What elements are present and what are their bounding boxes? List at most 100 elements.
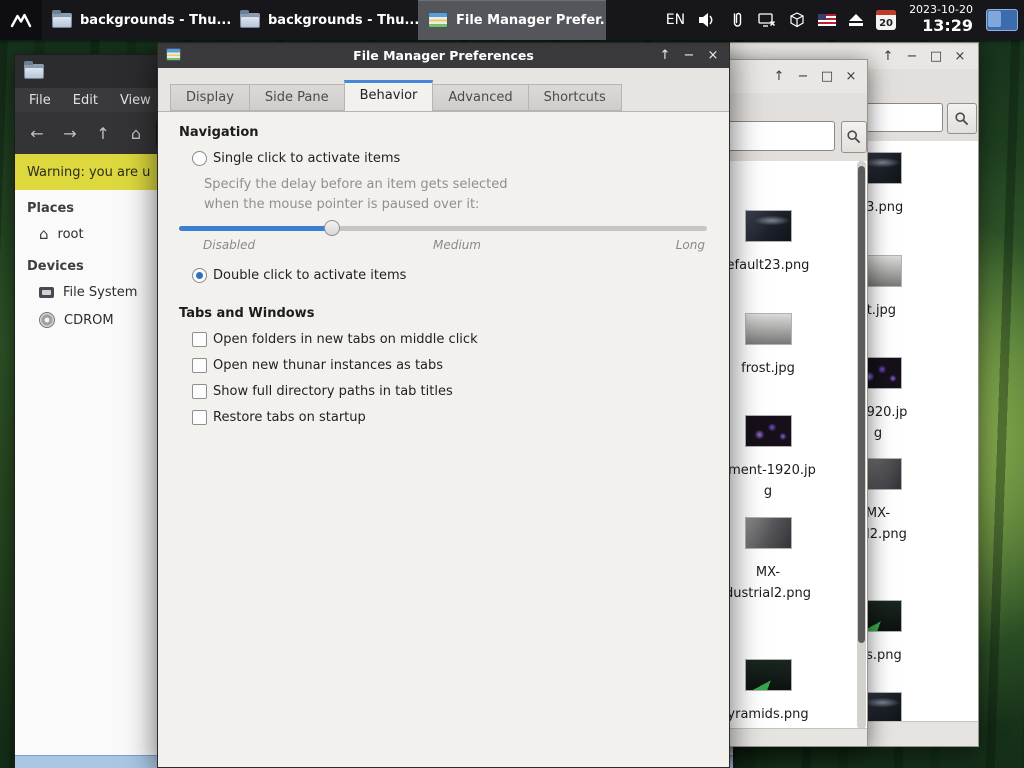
preferences-icon (428, 12, 448, 28)
file-thumbnail (746, 660, 791, 690)
file-thumbnail (746, 416, 791, 446)
double-click-option[interactable]: Double click to activate items (192, 268, 406, 283)
tab-shortcuts[interactable]: Shortcuts (528, 84, 622, 111)
drive-icon (39, 287, 54, 298)
checkbox-instances-as-tabs[interactable] (192, 358, 207, 373)
clock[interactable]: 2023-10-20 13:29 (909, 4, 973, 35)
package-icon[interactable] (789, 12, 805, 28)
us-flag-icon[interactable] (818, 14, 836, 26)
tab-bar: Display Side Pane Behavior Advanced Shor… (170, 80, 621, 111)
dialog-title: File Manager Preferences (353, 48, 534, 63)
maximize-button[interactable]: □ (926, 49, 946, 64)
navigation-heading: Navigation (179, 125, 259, 140)
slider-handle[interactable] (324, 220, 340, 236)
mark-long: Long (676, 238, 705, 252)
menu-file[interactable]: File (18, 93, 62, 108)
tab-behavior[interactable]: Behavior (344, 80, 434, 112)
preferences-icon (166, 48, 181, 61)
taskbar-item-preferences[interactable]: File Manager Prefer... (418, 0, 606, 40)
tab-advanced[interactable]: Advanced (432, 84, 528, 111)
checkbox-restore-tabs[interactable] (192, 410, 207, 425)
cdrom-icon (39, 312, 55, 328)
screen: File Edit View ← → ↑ ⌂ Warning: you are … (0, 0, 1024, 768)
slider-fill (179, 226, 332, 231)
preferences-dialog: File Manager Preferences ↑ − × Display S… (157, 42, 730, 768)
vertical-scrollbar[interactable] (857, 161, 866, 729)
sidebar-item-label: File System (63, 285, 137, 300)
magnifier-icon (954, 111, 970, 127)
checkbox-row-instances-as-tabs[interactable]: Open new thunar instances as tabs (192, 358, 443, 373)
checkbox-label: Restore tabs on startup (213, 410, 366, 425)
minimize-button[interactable]: − (902, 49, 922, 64)
close-button[interactable]: × (950, 49, 970, 64)
search-button[interactable] (947, 103, 977, 134)
eject-icon[interactable] (849, 14, 863, 26)
checkbox-middle-click[interactable] (192, 332, 207, 347)
checkbox-label: Open new thunar instances as tabs (213, 358, 443, 373)
display-icon[interactable] (758, 12, 776, 28)
taskbar-item-backgrounds-2[interactable]: backgrounds - Thu... (230, 0, 418, 40)
checkbox-row-full-paths[interactable]: Show full directory paths in tab titles (192, 384, 453, 399)
checkbox-label: Open folders in new tabs on middle click (213, 332, 478, 347)
minimize-button[interactable]: − (793, 69, 813, 84)
up-button[interactable]: ↑ (90, 120, 116, 146)
applications-menu-button[interactable] (0, 0, 42, 40)
clock-time: 13:29 (909, 17, 973, 35)
menu-view[interactable]: View (109, 93, 162, 108)
taskbar-label: backgrounds - Thu... (80, 13, 230, 28)
mark-medium: Medium (433, 238, 481, 252)
tab-display[interactable]: Display (170, 84, 250, 111)
calendar-icon[interactable]: 20 (876, 10, 896, 30)
radio-label: Single click to activate items (213, 151, 400, 166)
checkbox-full-paths[interactable] (192, 384, 207, 399)
menu-logo-icon (9, 9, 33, 31)
checkbox-row-restore-tabs[interactable]: Restore tabs on startup (192, 410, 366, 425)
home-icon: ⌂ (39, 227, 49, 242)
radio-double-click[interactable] (192, 268, 207, 283)
maximize-button[interactable]: □ (817, 69, 837, 84)
delay-hint-line1: Specify the delay before an item gets se… (204, 177, 508, 192)
keyboard-layout-indicator[interactable]: EN (666, 12, 685, 28)
close-button[interactable]: × (841, 69, 861, 84)
file-thumbnail (746, 518, 791, 548)
menu-edit[interactable]: Edit (62, 93, 109, 108)
taskbar-label: File Manager Prefer... (456, 13, 606, 28)
taskbar-item-backgrounds-1[interactable]: backgrounds - Thu... (42, 0, 230, 40)
tabs-windows-heading: Tabs and Windows (179, 306, 314, 321)
warning-text: Warning: you are u (27, 165, 150, 180)
sidebar-item-label: CDROM (64, 313, 114, 328)
dialog-titlebar[interactable]: File Manager Preferences ↑ − × (158, 43, 729, 68)
rollup-button[interactable]: ↑ (769, 69, 789, 84)
file-thumbnail (746, 211, 791, 241)
volume-icon[interactable] (698, 12, 716, 28)
tab-side-pane[interactable]: Side Pane (249, 84, 345, 111)
delay-slider[interactable] (179, 220, 707, 236)
system-tray: EN 20 (666, 4, 1024, 35)
single-click-option[interactable]: Single click to activate items (192, 151, 400, 166)
calendar-day: 20 (879, 18, 893, 29)
file-thumbnail (746, 314, 791, 344)
top-panel: backgrounds - Thu... backgrounds - Thu..… (0, 0, 1024, 40)
close-button[interactable]: × (701, 48, 725, 63)
radio-single-click[interactable] (192, 151, 207, 166)
search-button[interactable] (841, 121, 867, 153)
back-button[interactable]: ← (24, 120, 50, 146)
rollup-button[interactable]: ↑ (653, 48, 677, 63)
checkbox-label: Show full directory paths in tab titles (213, 384, 453, 399)
radio-label: Double click to activate items (213, 268, 406, 283)
folder-icon (24, 64, 44, 79)
mark-disabled: Disabled (203, 238, 255, 252)
taskbar-label: backgrounds - Thu... (268, 13, 418, 28)
forward-button[interactable]: → (57, 120, 83, 146)
sidebar-item-label: root (58, 227, 84, 242)
minimize-button[interactable]: − (677, 48, 701, 63)
workspace-switcher[interactable] (986, 9, 1018, 31)
folder-icon (240, 13, 260, 28)
delay-hint-line2: when the mouse pointer is paused over it… (204, 197, 479, 212)
checkbox-row-middle-click[interactable]: Open folders in new tabs on middle click (192, 332, 478, 347)
magnifier-icon (846, 129, 862, 145)
clipboard-manager-icon[interactable] (729, 12, 745, 28)
home-button[interactable]: ⌂ (123, 120, 149, 146)
rollup-button[interactable]: ↑ (878, 49, 898, 64)
scrollbar-thumb[interactable] (858, 166, 865, 643)
